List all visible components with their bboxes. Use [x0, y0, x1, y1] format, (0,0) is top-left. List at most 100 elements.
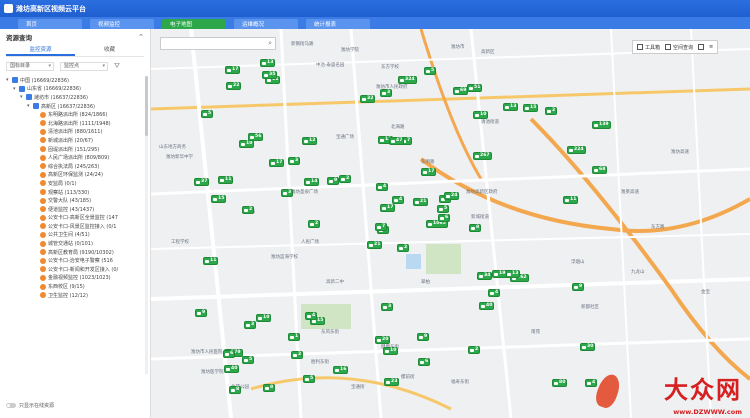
camera-cluster-marker[interactable]: 47: [389, 137, 405, 145]
toolbox-button[interactable]: 工具箱: [637, 44, 660, 51]
camera-cluster-marker[interactable]: 9: [572, 283, 585, 291]
camera-cluster-marker[interactable]: 2: [397, 244, 410, 252]
camera-cluster-marker[interactable]: 3: [281, 189, 294, 197]
camera-cluster-marker[interactable]: 80: [552, 379, 568, 387]
tab-4[interactable]: 统计报表: [306, 19, 370, 29]
tree-node[interactable]: 清池派出所 (880/1611): [6, 128, 150, 137]
tree-node[interactable]: 交警大队 (43/185): [6, 196, 150, 205]
camera-cluster-marker[interactable]: 3: [380, 89, 393, 97]
camera-cluster-marker[interactable]: 1: [288, 333, 301, 341]
camera-cluster-marker[interactable]: 17: [225, 66, 241, 74]
camera-cluster-marker[interactable]: 2: [308, 220, 321, 228]
camera-cluster-marker[interactable]: 7: [375, 223, 388, 231]
camera-cluster-marker[interactable]: 10: [239, 140, 255, 148]
camera-cluster-marker[interactable]: 6: [418, 358, 431, 366]
tree-node[interactable]: 固堤派出所 (151/295): [6, 145, 150, 154]
camera-cluster-marker[interactable]: 2: [545, 107, 558, 115]
camera-cluster-marker[interactable]: 51: [467, 84, 483, 92]
map-search-input[interactable]: [164, 40, 269, 47]
tree-scrollbar[interactable]: [145, 76, 148, 374]
camera-cluster-marker[interactable]: 3: [288, 157, 301, 165]
camera-cluster-marker[interactable]: 40: [224, 365, 240, 373]
filter-icon[interactable]: ⛛: [114, 62, 120, 71]
tree-node[interactable]: 公安卡口-风景区监控接入 (0/1: [6, 222, 150, 231]
camera-cluster-marker[interactable]: 5: [303, 375, 316, 383]
camera-cluster-marker[interactable]: 6: [223, 350, 236, 358]
tab-monitor-resources[interactable]: 监控资源: [6, 44, 75, 56]
online-only-switch[interactable]: [6, 403, 16, 408]
spatial-query-button[interactable]: 空间查询: [665, 44, 693, 51]
camera-cluster-marker[interactable]: 11: [203, 257, 219, 265]
tree-node[interactable]: 安监局 (0/1): [6, 179, 150, 188]
camera-cluster-marker[interactable]: 17: [269, 159, 285, 167]
camera-cluster-marker[interactable]: 56: [248, 133, 264, 141]
camera-cluster-marker[interactable]: 40: [479, 302, 495, 310]
camera-cluster-marker[interactable]: 69: [453, 87, 469, 95]
layers-button[interactable]: [698, 44, 705, 50]
camera-cluster-marker[interactable]: 20: [375, 336, 391, 344]
tree-node[interactable]: 公安卡口-高新区全景监控 (147: [6, 214, 150, 223]
tree-node[interactable]: 公安卡口-治安电子警察 (516: [6, 256, 150, 265]
tree-node[interactable]: 东明路派出所 (824/1866): [6, 110, 150, 119]
camera-cluster-marker[interactable]: 17: [380, 204, 396, 212]
camera-cluster-marker[interactable]: 11: [218, 176, 234, 184]
tree-node[interactable]: ▾ 中国 (16669/22836): [6, 76, 150, 85]
camera-cluster-marker[interactable]: 324: [398, 76, 417, 84]
camera-cluster-marker[interactable]: 5: [242, 356, 255, 364]
tree-node[interactable]: ▾ 潍坊市 (16637/22836): [6, 93, 150, 102]
tree-node[interactable]: 观察站 (113/330): [6, 188, 150, 197]
camera-cluster-marker[interactable]: 14: [304, 178, 320, 186]
tree-node[interactable]: 新城派出所 (20/67): [6, 136, 150, 145]
tab-favorites[interactable]: 收藏: [75, 44, 144, 56]
directory-select[interactable]: 国标目录: [6, 62, 54, 71]
camera-cluster-marker[interactable]: 5: [201, 110, 214, 118]
camera-cluster-marker[interactable]: 9: [327, 177, 340, 185]
camera-cluster-marker[interactable]: 19: [492, 270, 508, 278]
tab-1[interactable]: 视频监控: [90, 19, 154, 29]
camera-cluster-marker[interactable]: 13: [503, 103, 519, 111]
camera-cluster-marker[interactable]: 2: [339, 175, 352, 183]
camera-cluster-marker[interactable]: 17: [421, 168, 437, 176]
camera-cluster-marker[interactable]: 4: [376, 183, 389, 191]
camera-cluster-marker[interactable]: 139: [592, 121, 611, 129]
type-select[interactable]: 监控点: [60, 62, 108, 71]
camera-cluster-marker[interactable]: 21: [367, 241, 383, 249]
more-button[interactable]: ≡: [709, 44, 713, 50]
camera-cluster-marker[interactable]: 10: [473, 111, 489, 119]
tree-node[interactable]: 卫生监控 (12/12): [6, 291, 150, 300]
scrollbar-thumb[interactable]: [145, 76, 148, 136]
tree-node[interactable]: 北海路派出所 (1111/1948): [6, 119, 150, 128]
camera-cluster-marker[interactable]: 3: [244, 321, 257, 329]
camera-cluster-marker[interactable]: 6: [438, 214, 451, 222]
camera-cluster-marker[interactable]: 5: [437, 205, 450, 213]
tree-node[interactable]: 金融视频监控 (1023/1023): [6, 274, 150, 283]
camera-cluster-marker[interactable]: 30: [580, 343, 596, 351]
camera-cluster-marker[interactable]: 3: [381, 303, 394, 311]
camera-cluster-marker[interactable]: 13: [260, 59, 276, 67]
camera-cluster-marker[interactable]: 15: [523, 104, 539, 112]
camera-cluster-marker[interactable]: 8: [229, 386, 242, 394]
camera-cluster-marker[interactable]: 34: [477, 272, 493, 280]
tree-node[interactable]: 人民广场派出所 (809/809): [6, 153, 150, 162]
tree-node[interactable]: 高新区环保监测 (24/24): [6, 171, 150, 180]
camera-cluster-marker[interactable]: 23: [384, 378, 400, 386]
tree-node[interactable]: ▾ 山东省 (16669/22836): [6, 85, 150, 94]
tree-node[interactable]: ▾ 高新区 (16637/22836): [6, 102, 150, 111]
camera-cluster-marker[interactable]: 2: [242, 206, 255, 214]
camera-cluster-marker[interactable]: 4: [305, 312, 318, 320]
tab-0[interactable]: 首页: [18, 19, 82, 29]
search-icon[interactable]: ⌕: [268, 39, 272, 48]
tree-node[interactable]: 公共卫生间 (4/51): [6, 231, 150, 240]
camera-cluster-marker[interactable]: 13: [505, 270, 521, 278]
camera-cluster-marker[interactable]: 4: [488, 289, 501, 297]
camera-cluster-marker[interactable]: 4: [392, 196, 405, 204]
camera-cluster-marker[interactable]: 9: [417, 333, 430, 341]
camera-cluster-marker[interactable]: 15: [211, 195, 227, 203]
tree-node[interactable]: 综合执法局 (245/263): [6, 162, 150, 171]
camera-cluster-marker[interactable]: 32: [360, 95, 376, 103]
camera-cluster-marker[interactable]: 5: [424, 67, 437, 75]
tree-node[interactable]: 公安卡口-新闻和开发区接入 (0/: [6, 265, 150, 274]
camera-cluster-marker[interactable]: 10: [256, 314, 272, 322]
map-canvas[interactable]: 小福新钢街马路潍坊学院东方学校潍坊市中冶·泰盛名园潍坊市人民政府高新区山东地方商…: [151, 29, 750, 418]
tab-3[interactable]: 运维概况: [234, 19, 298, 29]
